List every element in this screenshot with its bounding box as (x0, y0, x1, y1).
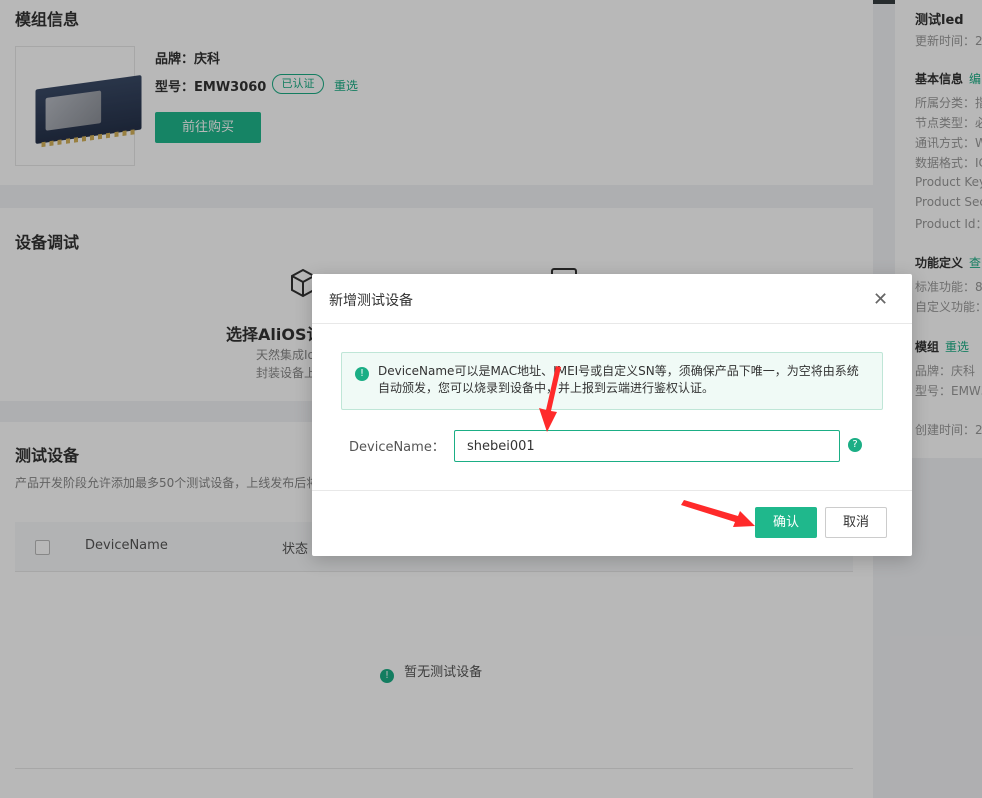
info-notice: ! DeviceName可以是MAC地址、IMEI号或自定义SN等，须确保产品下… (341, 352, 883, 410)
cancel-button[interactable]: 取消 (825, 507, 887, 538)
info-icon: ! (355, 367, 369, 381)
info-notice-text: DeviceName可以是MAC地址、IMEI号或自定义SN等，须确保产品下唯一… (378, 364, 859, 395)
add-test-device-dialog: 新增测试设备 ✕ ! DeviceName可以是MAC地址、IMEI号或自定义S… (312, 274, 912, 556)
devicename-input[interactable] (454, 430, 840, 462)
devicename-label: DeviceName： (349, 440, 445, 455)
help-icon[interactable]: ? (848, 438, 862, 452)
close-icon[interactable]: ✕ (873, 291, 888, 309)
dialog-title: 新增测试设备 (329, 293, 413, 309)
confirm-button[interactable]: 确认 (755, 507, 817, 538)
